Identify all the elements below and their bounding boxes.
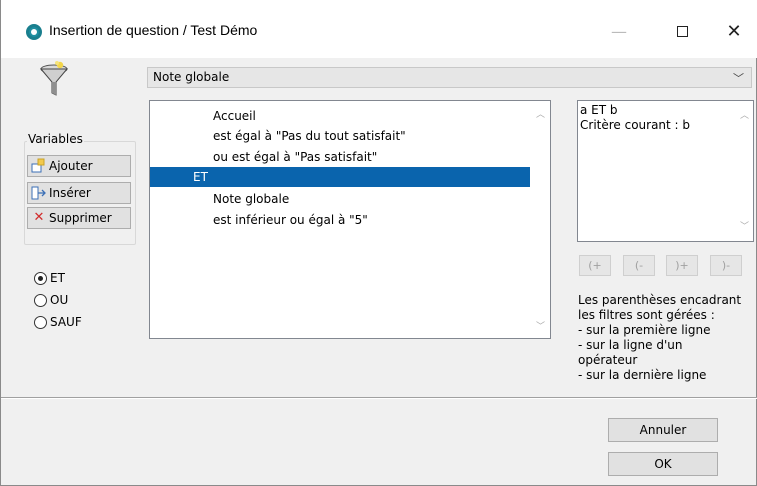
variables-group-label: Variables (27, 132, 84, 146)
scroll-up-icon[interactable]: ︿ (740, 109, 749, 124)
radio-sauf-indicator[interactable] (34, 315, 47, 329)
current-criterion-line: Critère courant : b (580, 118, 691, 132)
list-item[interactable]: Accueil (150, 106, 530, 126)
scroll-down-icon[interactable]: ﹀ (740, 220, 749, 235)
delete-x-icon: ✕ (33, 210, 45, 225)
open-paren-add-button[interactable]: (+ (579, 255, 611, 276)
help-line: Les parenthèses encadrant (578, 293, 742, 307)
close-paren-remove-button[interactable]: )- (710, 255, 742, 276)
delete-variable-button[interactable]: ✕ Supprimer (27, 207, 131, 229)
radio-et[interactable]: ET (34, 271, 65, 285)
scroll-down-icon[interactable]: ﹀ (536, 319, 545, 332)
help-line: les filtres sont gérées : (578, 308, 715, 322)
list-item[interactable]: est égal à "Pas du tout satisfait" (150, 126, 530, 146)
minimize-button[interactable]: — (596, 12, 642, 50)
list-item[interactable]: ou est égal à "Pas satisfait" (150, 147, 530, 167)
maximize-icon (676, 25, 688, 37)
formula-line: a ET b (580, 103, 618, 117)
title-bar: Insertion de question / Test Démo — ✕ (1, 0, 757, 58)
list-item-text: est égal à "Pas du tout satisfait" (213, 129, 406, 143)
maximize-button[interactable] (659, 12, 705, 50)
help-line: - sur la dernière ligne (578, 368, 707, 382)
list-item-text: Note globale (213, 192, 290, 206)
app-icon (26, 24, 42, 40)
help-line: - sur la ligne d'un (578, 338, 683, 352)
list-item-text: ET (193, 170, 208, 184)
insert-variable-button[interactable]: Insérer (27, 182, 131, 204)
radio-ou-label: OU (50, 293, 69, 307)
radio-ou-indicator[interactable] (34, 293, 47, 307)
help-line: - sur la première ligne (578, 323, 711, 337)
list-item-text: ou est égal à "Pas satisfait" (213, 150, 378, 164)
filter-funnel-icon (39, 61, 69, 96)
question-select[interactable]: Note globale ﹀ (147, 67, 752, 88)
add-variable-label: Ajouter (49, 159, 93, 173)
parentheses-help-text: Les parenthèses encadrant les filtres so… (578, 293, 753, 383)
ok-button[interactable]: OK (608, 452, 718, 476)
open-paren-remove-button[interactable]: (- (623, 255, 655, 276)
radio-sauf-label: SAUF (50, 315, 82, 329)
insert-variable-label: Insérer (49, 186, 91, 200)
close-button[interactable]: ✕ (711, 12, 757, 50)
delete-variable-label: Supprimer (49, 211, 112, 225)
close-paren-add-button[interactable]: )+ (666, 255, 698, 276)
window-title: Insertion de question / Test Démo (49, 22, 258, 38)
list-item-text: Accueil (213, 109, 256, 123)
criteria-list[interactable]: Accueil est égal à "Pas du tout satisfai… (149, 100, 551, 339)
formula-box[interactable]: a ET b Critère courant : b ︿ ﹀ (577, 100, 754, 242)
add-icon (31, 158, 47, 174)
radio-ou[interactable]: OU (34, 293, 68, 307)
radio-sauf[interactable]: SAUF (34, 315, 82, 329)
cancel-button[interactable]: Annuler (608, 418, 718, 442)
chevron-down-icon: ﹀ (733, 72, 744, 85)
add-variable-button[interactable]: Ajouter (27, 155, 131, 177)
divider (1, 398, 757, 399)
criteria-scrollbar[interactable]: ︿ ﹀ (532, 101, 550, 338)
scroll-up-icon[interactable]: ︿ (536, 107, 545, 120)
list-item-text: est inférieur ou égal à "5" (213, 213, 368, 227)
radio-et-indicator[interactable] (34, 271, 47, 285)
question-select-value: Note globale (153, 70, 230, 84)
dialog-window: Insertion de question / Test Démo — ✕ No… (0, 0, 757, 486)
help-line: opérateur (578, 353, 638, 367)
list-item-selected[interactable]: ET (150, 167, 530, 187)
list-item[interactable]: est inférieur ou égal à "5" (150, 210, 530, 230)
list-item[interactable]: Note globale (150, 189, 530, 209)
insert-icon (31, 185, 47, 201)
radio-et-label: ET (50, 271, 65, 285)
